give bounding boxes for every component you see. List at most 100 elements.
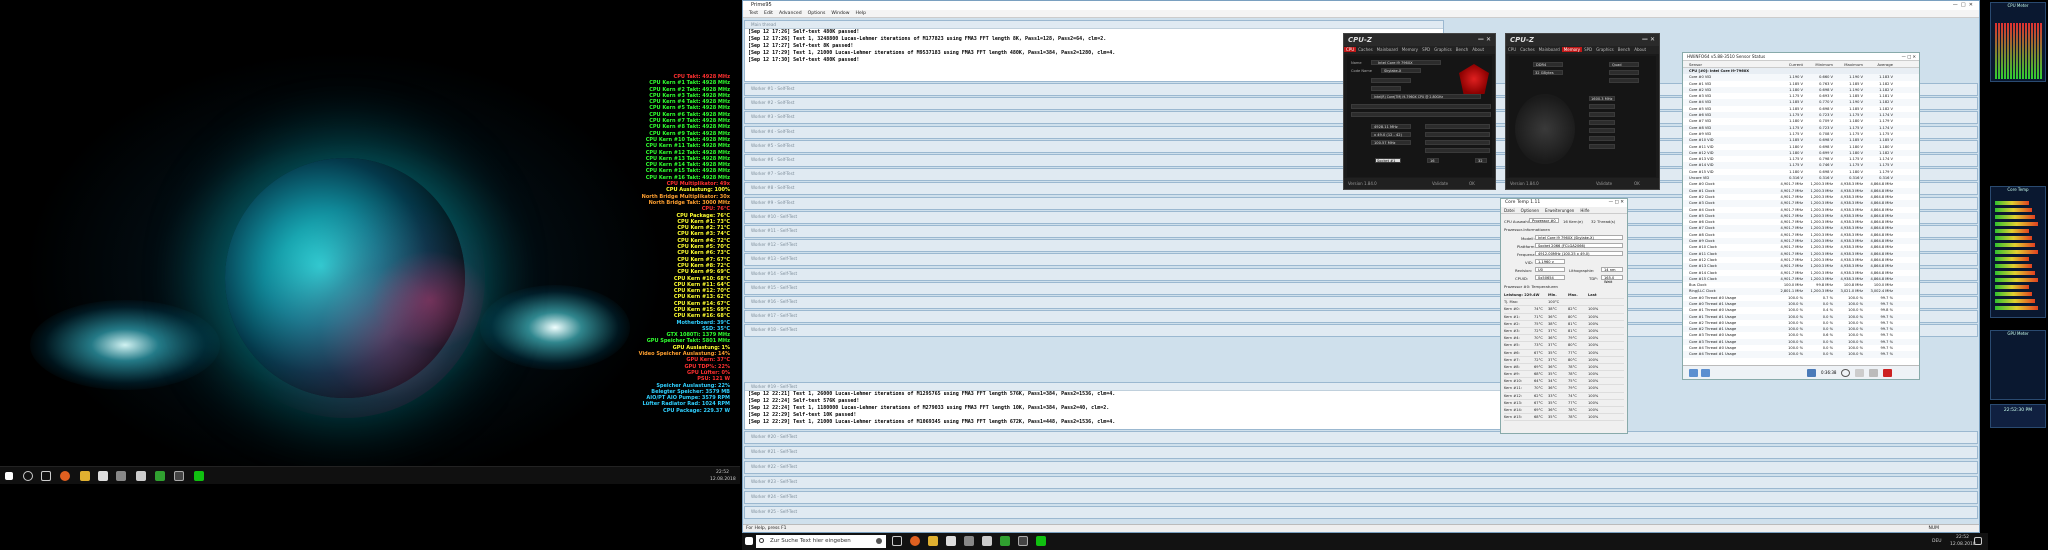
menu-item-help[interactable]: Help bbox=[856, 11, 866, 16]
cycle-time-field bbox=[1589, 136, 1615, 141]
taskbar-search-box[interactable]: Zur Suche Text hier eingeben bbox=[756, 535, 886, 548]
tray-date[interactable]: 12.08.2018 bbox=[1950, 542, 1976, 547]
ct-core-row: Kern #7: 72°C 37°C 80°C 100% bbox=[1504, 357, 1624, 364]
microphone-icon[interactable] bbox=[876, 538, 882, 544]
menu-item-edit[interactable]: Edit bbox=[764, 11, 773, 16]
explorer-icon[interactable] bbox=[928, 536, 938, 546]
ct-menu-item[interactable]: Hilfe bbox=[1580, 208, 1589, 213]
cpuz-taskbar-icon[interactable] bbox=[1018, 536, 1028, 546]
windows-start-icon[interactable] bbox=[745, 537, 753, 545]
cpuz2-validate-button[interactable]: Validate bbox=[1596, 178, 1612, 189]
tab-cpu[interactable]: CPU bbox=[1344, 47, 1357, 52]
network-icon[interactable] bbox=[1807, 369, 1816, 377]
store-icon[interactable] bbox=[98, 471, 108, 481]
tab-bench[interactable]: Bench bbox=[1454, 47, 1470, 52]
firefox-icon[interactable] bbox=[60, 471, 70, 481]
tab-mainboard[interactable]: Mainboard bbox=[1537, 47, 1562, 52]
tab-graphics[interactable]: Graphics bbox=[1432, 47, 1454, 52]
tab-spd[interactable]: SPD bbox=[1420, 47, 1432, 52]
worker-window[interactable]: Worker #24 - Self-Test bbox=[744, 491, 1978, 504]
tab-caches[interactable]: Caches bbox=[1356, 47, 1375, 52]
cpuz-validate-button[interactable]: Validate bbox=[1432, 178, 1448, 189]
task-view-icon[interactable] bbox=[41, 471, 51, 481]
cpuz2-close-icon[interactable]: — ✕ bbox=[1642, 34, 1655, 46]
close-sensors-icon[interactable] bbox=[1883, 369, 1892, 377]
prime95-titlebar[interactable]: Prime95 — □ ✕ bbox=[743, 1, 1979, 10]
tab-memory[interactable]: Memory bbox=[1561, 47, 1583, 52]
worker-log-titlebar[interactable]: Worker #19 - Self-Test bbox=[745, 383, 1503, 391]
hwinfo-close-icon[interactable]: — □ ✕ bbox=[1902, 53, 1916, 61]
tab-memory[interactable]: Memory bbox=[1400, 47, 1420, 52]
cpuz2-titlebar[interactable]: CPU-Z — ✕ bbox=[1506, 34, 1659, 46]
app-icon[interactable] bbox=[136, 471, 146, 481]
ct-load: 100% bbox=[1588, 357, 1599, 362]
coretemp-taskbar-icon[interactable] bbox=[1036, 536, 1046, 546]
ct-menu-item[interactable]: Optionen bbox=[1521, 208, 1539, 213]
hwinfo-col-maximum[interactable]: Maximum bbox=[1835, 61, 1865, 67]
tab-about[interactable]: About bbox=[1470, 47, 1486, 52]
cpuz-close-icon[interactable]: — ✕ bbox=[1478, 34, 1491, 46]
ct-cpu-select[interactable]: Prozessor #0 bbox=[1529, 218, 1559, 223]
main-thread-titlebar[interactable]: Main thread bbox=[745, 21, 1443, 29]
cpuz-titlebar[interactable]: CPU-Z — ✕ bbox=[1344, 34, 1495, 46]
tab-caches[interactable]: Caches bbox=[1518, 47, 1537, 52]
worker-title: Worker #8 - Self-Test bbox=[751, 185, 795, 191]
core-temp-bar bbox=[1995, 208, 2032, 212]
cpu-core-bar bbox=[2025, 23, 2027, 79]
menu-item-advanced[interactable]: Advanced bbox=[779, 11, 802, 16]
cortana-icon[interactable] bbox=[23, 471, 33, 481]
worker-window[interactable]: Worker #20 - Self-Test bbox=[744, 431, 1978, 444]
worker-window[interactable]: Worker #21 - Self-Test bbox=[744, 446, 1978, 459]
coretemp-taskbar-icon[interactable] bbox=[194, 471, 204, 481]
tab-about[interactable]: About bbox=[1632, 47, 1648, 52]
worker-window[interactable]: Worker #25 - Self-Test bbox=[744, 506, 1978, 519]
tab-bench[interactable]: Bench bbox=[1616, 47, 1632, 52]
coretemp-close-icon[interactable]: — □ ✕ bbox=[1609, 199, 1624, 207]
cpuz-selection-dropdown[interactable]: Socket #1 bbox=[1375, 158, 1401, 163]
coretemp-titlebar[interactable]: Core Temp 1.11 — □ ✕ bbox=[1501, 199, 1627, 207]
hwinfo-taskbar-icon[interactable] bbox=[155, 471, 165, 481]
worker-window[interactable]: Worker #22 - Self-Test bbox=[744, 461, 1978, 474]
windows-start-icon[interactable] bbox=[5, 472, 13, 480]
tab-cpu[interactable]: CPU bbox=[1506, 47, 1518, 52]
report-icon[interactable] bbox=[1855, 369, 1864, 377]
cpuz-ok-button[interactable]: OK bbox=[1469, 178, 1475, 189]
nav-left-icon[interactable] bbox=[1689, 369, 1698, 377]
tab-spd[interactable]: SPD bbox=[1582, 47, 1594, 52]
cpu-meter-title: CPU Meter bbox=[2007, 3, 2029, 8]
ct-min: 36°C bbox=[1548, 336, 1557, 341]
hwinfo-titlebar[interactable]: HWiNFO64 v5.88-3510 Sensor Status — □ ✕ bbox=[1683, 53, 1919, 61]
mail-icon[interactable] bbox=[964, 536, 974, 546]
cpuz-taskbar-icon[interactable] bbox=[174, 471, 184, 481]
hwinfo-taskbar-icon[interactable] bbox=[1000, 536, 1010, 546]
clock-icon[interactable] bbox=[1841, 369, 1850, 377]
explorer-icon[interactable] bbox=[80, 471, 90, 481]
nav-right-icon[interactable] bbox=[1701, 369, 1710, 377]
hwinfo-col-average[interactable]: Average bbox=[1865, 61, 1895, 67]
menu-item-options[interactable]: Options bbox=[808, 11, 826, 16]
tray-lang[interactable]: DEU bbox=[1932, 539, 1942, 544]
hwinfo-col-sensor[interactable]: Sensor bbox=[1683, 61, 1775, 67]
tray-time[interactable]: 22:52 bbox=[1956, 535, 1969, 540]
tab-graphics[interactable]: Graphics bbox=[1594, 47, 1616, 52]
hwinfo-row[interactable]: Core #4 Thread #1 Usage 100.0 % 0.0 % 100.0… bbox=[1683, 351, 1919, 358]
task-view-icon[interactable] bbox=[892, 536, 902, 546]
hwinfo-col-minimum[interactable]: Minimum bbox=[1805, 61, 1835, 67]
ct-core-row: Kern #4: 70°C 36°C 79°C 100% bbox=[1504, 335, 1624, 343]
menu-item-test[interactable]: Test bbox=[749, 11, 758, 16]
cpuz2-ok-button[interactable]: OK bbox=[1634, 178, 1640, 189]
firefox-icon[interactable] bbox=[910, 536, 920, 546]
settings-icon[interactable] bbox=[1869, 369, 1878, 377]
menu-item-window[interactable]: Window bbox=[831, 11, 849, 16]
ct-menu-item[interactable]: Erweiterungen bbox=[1545, 208, 1574, 213]
app-icon[interactable] bbox=[982, 536, 992, 546]
notification-icon[interactable] bbox=[1974, 537, 1982, 545]
window-controls-icon[interactable]: — □ ✕ bbox=[1953, 1, 1973, 10]
worker-window[interactable]: Worker #23 - Self-Test bbox=[744, 476, 1978, 489]
ct-menu-item[interactable]: Datei bbox=[1504, 208, 1515, 213]
tab-mainboard[interactable]: Mainboard bbox=[1375, 47, 1400, 52]
coretemp-gadget-title: Core Temp bbox=[2007, 187, 2029, 192]
hwinfo-col-current[interactable]: Current bbox=[1775, 61, 1805, 67]
mail-icon[interactable] bbox=[116, 471, 126, 481]
store-icon[interactable] bbox=[946, 536, 956, 546]
